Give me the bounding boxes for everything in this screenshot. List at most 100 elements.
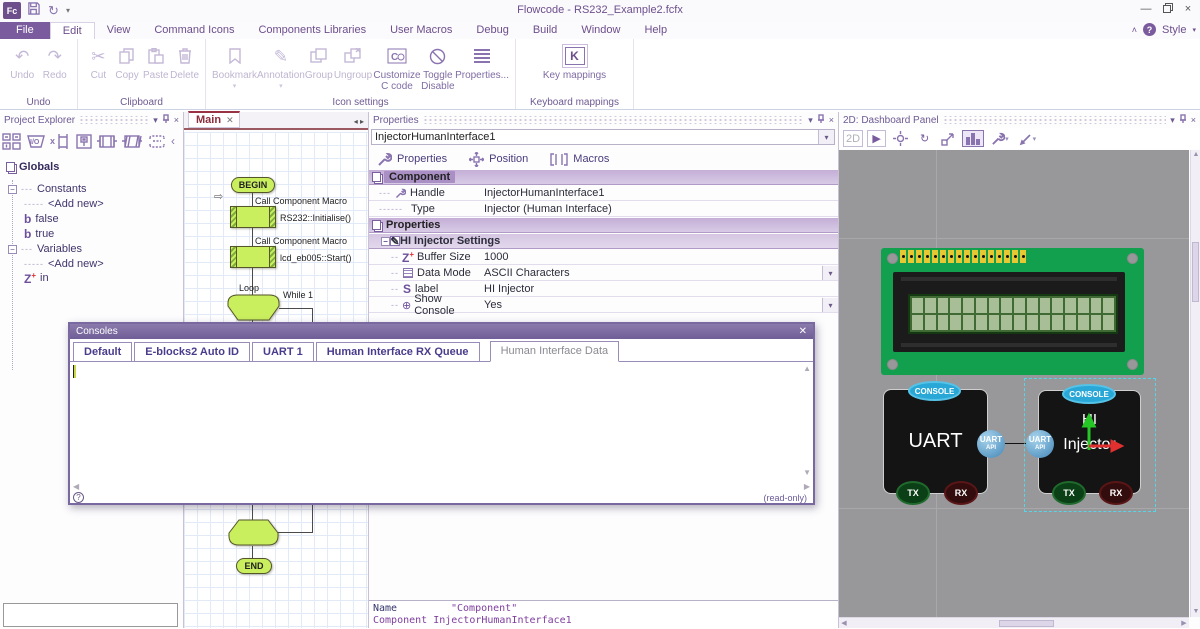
panel-menu-icon[interactable]: ▾ [808,115,813,126]
menu-window[interactable]: Window [569,22,632,39]
style-dropdown[interactable]: Style [1162,24,1186,36]
menu-build[interactable]: Build [521,22,569,39]
property-row-type[interactable]: ------ Type Injector (Human Interface) [369,202,838,217]
close-icon[interactable]: ✕ [799,326,807,337]
console-tab-uart1[interactable]: UART 1 [252,342,314,361]
flow-loop-start[interactable] [227,294,280,324]
resize-tool-icon[interactable] [938,130,958,147]
toggle-disable-button[interactable]: Toggle Disable [421,42,455,92]
flow-end[interactable]: END [236,558,272,574]
injector-rx-pin[interactable]: RX [1099,481,1133,505]
scroll-up-icon[interactable]: ▲ [803,364,811,373]
flowchart-io-icon[interactable]: I/O [25,134,47,149]
tab-position[interactable]: Position [469,152,528,167]
menu-debug[interactable]: Debug [464,22,520,39]
dashboard-canvas[interactable]: UART CONSOLE UART API TX RX HI Injector … [839,150,1189,617]
cut-button[interactable]: ✂ Cut [84,42,113,81]
mode-2d-button[interactable]: 2D [843,130,863,147]
scroll-left-icon[interactable]: ◀ [73,482,79,491]
flowchart-connection-icon[interactable]: x [50,133,72,150]
annotation-button[interactable]: ✎ Annotation ▾ [257,42,305,92]
flow-loop-end[interactable] [228,519,279,549]
style-dropdown-icon[interactable]: ▾ [1192,26,1196,34]
tab-close-icon[interactable]: ✕ [226,115,234,126]
delete-button[interactable]: Delete [170,42,199,81]
help-icon[interactable]: ? [1143,23,1156,36]
collapse-icon[interactable]: − [381,237,390,246]
menu-help[interactable]: Help [632,22,679,39]
minimize-button[interactable]: — [1136,3,1156,15]
tree-item-false[interactable]: b false [24,212,59,226]
scroll-down-icon[interactable]: ▼ [803,468,811,477]
group-hi-injector-settings[interactable]: − ✎ HI Injector Settings [369,234,838,249]
menu-file[interactable]: File [0,22,50,39]
uart-component[interactable]: UART [884,390,987,493]
bookmark-button[interactable]: Bookmark ▾ [212,42,257,92]
bookmark-dropdown-icon[interactable]: ▾ [233,81,237,92]
brush-tool-icon[interactable]: ▾ [1016,130,1040,147]
dashboard-horizontal-scrollbar[interactable]: ◀ ▶ [839,617,1189,628]
menu-view[interactable]: View [95,22,143,39]
console-output-area[interactable]: ▲ ▼ [70,362,813,479]
collapse-ribbon-icon[interactable]: ˄ [1132,25,1137,35]
flow-call-macro-2[interactable] [230,246,276,268]
property-row-handle[interactable]: --- Handle InjectorHumanInterface1 [369,186,838,201]
injector-tx-pin[interactable]: TX [1052,481,1086,505]
flow-call-macro-1[interactable] [230,206,276,228]
collapse-icon[interactable]: − [8,245,17,254]
pin-icon[interactable] [162,114,170,126]
tab-main[interactable]: Main ✕ [188,111,240,128]
pan-tool-icon[interactable] [890,130,911,147]
wrench-tool-icon[interactable]: ▾ [988,130,1012,147]
toolbar-overflow-chevron[interactable]: ‹ [171,134,175,148]
properties-button[interactable]: Properties... [455,42,509,81]
play-button[interactable]: ▶ [867,130,886,147]
help-icon[interactable]: ? [73,492,84,503]
console-tab-eblocks2-auto-id[interactable]: E-blocks2 Auto ID [134,342,250,361]
scrollbar-thumb[interactable] [999,620,1054,627]
uart-tx-pin[interactable]: TX [896,481,930,505]
data-mode-dropdown-icon[interactable]: ▾ [822,266,838,280]
tab-properties[interactable]: Properties [377,152,447,167]
tree-item-globals[interactable]: Globals [6,160,59,174]
uart-console-badge[interactable]: CONSOLE [908,381,961,401]
console-tab-human-interface-data[interactable]: Human Interface Data [490,341,620,362]
property-row-data-mode[interactable]: -- Data Mode ASCII Characters ▾ [369,266,838,281]
injector-console-badge[interactable]: CONSOLE [1062,384,1116,404]
lcd-display-component[interactable] [881,248,1144,375]
show-console-dropdown-icon[interactable]: ▾ [822,298,838,312]
section-component[interactable]: Component [369,170,838,185]
console-horizontal-scrollbar[interactable]: ◀ ▶ [70,479,813,492]
tree-item-variables-add-new[interactable]: ----- <Add new> [24,257,104,271]
component-grid-tool-icon[interactable] [962,130,984,147]
consoles-titlebar[interactable]: Consoles ✕ [70,324,813,339]
collapse-icon[interactable]: − [8,185,17,194]
close-button[interactable]: × [1178,3,1198,15]
undo-button[interactable]: ↶ Undo [6,42,39,81]
property-row-show-console[interactable]: -- ⊕ Show Console Yes ▾ [369,298,838,313]
scroll-down-icon[interactable]: ▼ [1191,607,1200,617]
tree-item-in[interactable]: Z+ in [24,271,49,285]
flowchart-component-macro-icon[interactable] [75,133,93,150]
menu-components-libraries[interactable]: Components Libraries [246,22,378,39]
restore-button[interactable] [1158,3,1178,16]
scroll-up-icon[interactable]: ▲ [1191,150,1200,160]
scrollbar-thumb[interactable] [1192,242,1199,302]
injector-api-connector[interactable]: UART API [1026,430,1054,458]
console-tab-default[interactable]: Default [73,342,132,361]
redo-button[interactable]: ↷ Redo [39,42,72,81]
flow-begin[interactable]: BEGIN [231,177,275,193]
group-button[interactable]: Group [305,42,333,81]
pin-icon[interactable] [817,114,825,126]
panel-menu-icon[interactable]: ▾ [153,115,158,126]
tree-item-variables[interactable]: − --- Variables [8,242,82,256]
dashboard-vertical-scrollbar[interactable]: ▲ ▼ [1190,150,1200,617]
paste-button[interactable]: Paste [141,42,170,81]
pin-icon[interactable] [1179,114,1187,126]
menu-edit[interactable]: Edit [50,22,95,39]
ungroup-button[interactable]: Ungroup [333,42,374,81]
close-icon[interactable]: × [174,115,179,125]
console-tab-human-interface-rx-queue[interactable]: Human Interface RX Queue [316,342,480,361]
customize-c-code-button[interactable]: C Customize C code [373,42,420,92]
close-icon[interactable]: × [829,115,834,125]
